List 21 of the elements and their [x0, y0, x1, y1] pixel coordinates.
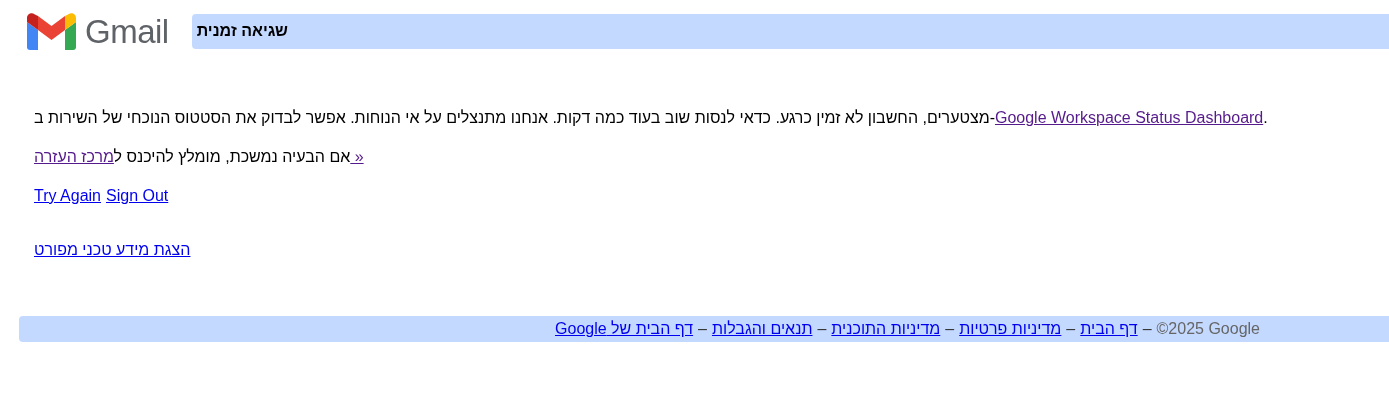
- footer-link[interactable]: דף הבית: [1080, 320, 1138, 338]
- separator-text: –: [698, 320, 707, 338]
- arrow-link[interactable]: »: [350, 148, 364, 165]
- copyright-text: ©2025 Google: [1156, 320, 1260, 338]
- footer-link[interactable]: מדיניות פרטיות: [959, 320, 1062, 338]
- gmail-logo-icon: [27, 12, 76, 50]
- details-link[interactable]: הצגת מידע טכני מפורט: [34, 241, 191, 258]
- separator-text: –: [1142, 320, 1152, 338]
- status-dashboard-link[interactable]: Google Workspace Status Dashboard: [994, 109, 1264, 126]
- sign-out-link[interactable]: Sign Out: [106, 186, 169, 206]
- try-again-link[interactable]: Try Again: [34, 186, 101, 206]
- page-title: שגיאה זמנית: [196, 22, 288, 40]
- help-center-link[interactable]: מרכז העזרה: [34, 148, 114, 165]
- footer-link[interactable]: מדיניות התוכנית: [831, 320, 941, 338]
- separator-text: –: [817, 320, 827, 338]
- footer-link[interactable]: דף הבית של Google: [555, 320, 694, 338]
- footer-link[interactable]: תנאים והגבלות: [712, 320, 813, 338]
- separator-text: –: [945, 320, 955, 338]
- separator-text: –: [1066, 320, 1076, 338]
- logo-text: Gmail: [85, 14, 169, 48]
- help-text: אם הבעיה נמשכת, מומלץ להיכנס ל: [113, 148, 351, 165]
